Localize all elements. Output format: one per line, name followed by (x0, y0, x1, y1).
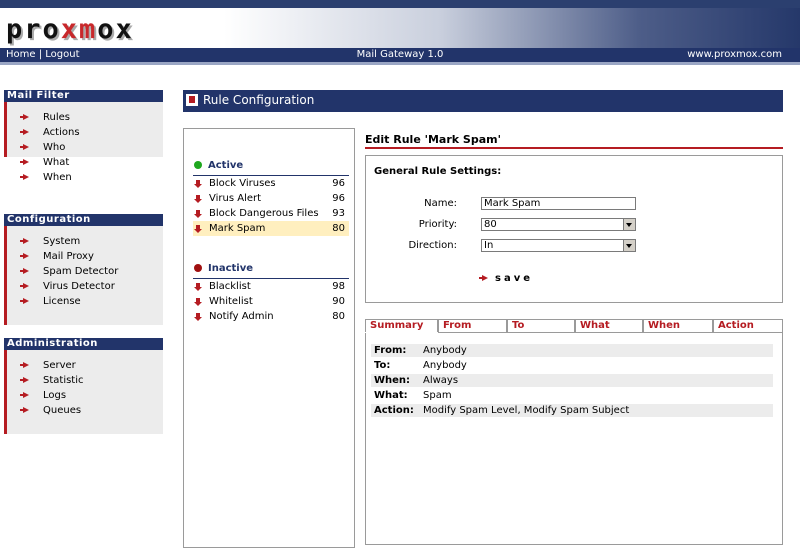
arrow-right-icon (20, 129, 29, 135)
direction-label: Direction: (408, 240, 457, 251)
name-label: Name: (424, 198, 457, 209)
summary-row: What: Spam (374, 390, 452, 401)
summary-panel: From: Anybody To: Anybody When: Always What… (365, 333, 783, 545)
site-link[interactable]: www.proxmox.com (687, 49, 782, 60)
mail-filter-menu: Mail Filter Rules Actions Who What When (4, 90, 163, 183)
rule-item[interactable]: Notify Admin 80 (193, 309, 349, 324)
sidebar-item-server[interactable]: Server (20, 358, 84, 373)
red-dot-icon (194, 264, 202, 272)
arrow-right-icon (20, 362, 29, 368)
tab-what[interactable]: What (575, 319, 643, 332)
inactive-group-header: Inactive (194, 263, 253, 274)
arrow-right-icon (20, 144, 29, 150)
sidebar-item-logs[interactable]: Logs (20, 388, 84, 403)
arrow-right-icon (20, 114, 29, 120)
sidebar-item-mail-proxy[interactable]: Mail Proxy (20, 249, 118, 264)
rule-tabs: Summary From To What When Action (365, 319, 783, 333)
nav-divider (0, 62, 800, 65)
arrow-down-icon (194, 180, 202, 188)
page-title-bar: Rule Configuration (183, 90, 783, 112)
sidebar-item-what[interactable]: What (20, 155, 80, 170)
edit-title-underline (365, 147, 783, 149)
tab-from[interactable]: From (438, 319, 507, 332)
section-heading: General Rule Settings: (374, 166, 502, 177)
priority-label: Priority: (418, 219, 457, 230)
sidebar-item-when[interactable]: When (20, 170, 80, 185)
sidebar-item-actions[interactable]: Actions (20, 125, 80, 140)
top-navbar: Home | Logout Mail Gateway 1.0 www.proxm… (0, 48, 800, 62)
rule-item[interactable]: Block Viruses 96 (193, 176, 349, 191)
name-field[interactable]: Mark Spam (481, 197, 636, 210)
summary-row: When: Always (371, 374, 773, 387)
arrow-down-icon (194, 313, 202, 321)
header-banner: proxmox (0, 8, 800, 48)
green-dot-icon (194, 161, 202, 169)
arrow-right-icon (20, 238, 29, 244)
active-rule-list: Block Viruses 96 Virus Alert 96 Block Dang… (193, 175, 349, 236)
app-title: Mail Gateway 1.0 (356, 49, 444, 60)
active-group-header: Active (194, 160, 243, 171)
arrow-right-icon (20, 377, 29, 383)
menu-header: Administration (4, 338, 163, 350)
chevron-down-icon[interactable] (623, 219, 635, 230)
arrow-down-icon (194, 195, 202, 203)
arrow-right-icon (20, 407, 29, 413)
page-title: Rule Configuration (203, 93, 315, 107)
arrow-down-icon (194, 298, 202, 306)
arrow-down-icon (194, 283, 202, 291)
sidebar-item-virus-detector[interactable]: Virus Detector (20, 279, 118, 294)
tab-summary[interactable]: Summary (365, 319, 438, 332)
rule-item[interactable]: Blacklist 98 (193, 279, 349, 294)
rule-item[interactable]: Block Dangerous Files 93 (193, 206, 349, 221)
menu-header: Configuration (4, 214, 163, 226)
arrow-right-icon (20, 392, 29, 398)
sidebar-item-rules[interactable]: Rules (20, 110, 80, 125)
administration-menu: Administration Server Statistic Logs Que… (4, 338, 163, 434)
priority-select[interactable]: 80 (481, 218, 636, 231)
rule-list-panel: Active Block Viruses 96 Virus Alert 96 Blo… (183, 128, 355, 548)
arrow-down-icon (194, 210, 202, 218)
summary-row: To: Anybody (374, 360, 467, 371)
arrow-down-icon (186, 94, 198, 106)
arrow-right-icon (20, 268, 29, 274)
sidebar-item-system[interactable]: System (20, 234, 118, 249)
arrow-right-icon (20, 253, 29, 259)
tab-when[interactable]: When (643, 319, 713, 332)
tab-action[interactable]: Action (713, 319, 783, 332)
proxmox-logo[interactable]: proxmox (6, 14, 134, 45)
menu-header: Mail Filter (4, 90, 163, 102)
sidebar-item-spam-detector[interactable]: Spam Detector (20, 264, 118, 279)
rule-item-selected[interactable]: Mark Spam 80 (193, 221, 349, 236)
arrow-right-icon (20, 298, 29, 304)
inactive-rule-list: Blacklist 98 Whitelist 90 Notify Admin 80 (193, 278, 349, 324)
general-settings-box: General Rule Settings: Name: Mark Spam P… (365, 155, 783, 303)
top-strip (0, 0, 800, 8)
sidebar-item-queues[interactable]: Queues (20, 403, 84, 418)
summary-row: From: Anybody (371, 344, 773, 357)
configuration-menu: Configuration System Mail Proxy Spam Det… (4, 214, 163, 325)
tab-to[interactable]: To (507, 319, 575, 332)
edit-rule-title: Edit Rule 'Mark Spam' (365, 133, 501, 146)
arrow-right-icon (479, 275, 488, 281)
direction-select[interactable]: In (481, 239, 636, 252)
arrow-right-icon (20, 283, 29, 289)
summary-row: Action: Modify Spam Level, Modify Spam Su… (371, 404, 773, 417)
rule-item[interactable]: Virus Alert 96 (193, 191, 349, 206)
sidebar-item-statistic[interactable]: Statistic (20, 373, 84, 388)
arrow-right-icon (20, 159, 29, 165)
arrow-right-icon (20, 174, 29, 180)
sidebar-item-license[interactable]: License (20, 294, 118, 309)
chevron-down-icon[interactable] (623, 240, 635, 251)
rule-item[interactable]: Whitelist 90 (193, 294, 349, 309)
arrow-down-icon (194, 225, 202, 233)
sidebar-item-who[interactable]: Who (20, 140, 80, 155)
save-button[interactable]: save (479, 273, 533, 284)
